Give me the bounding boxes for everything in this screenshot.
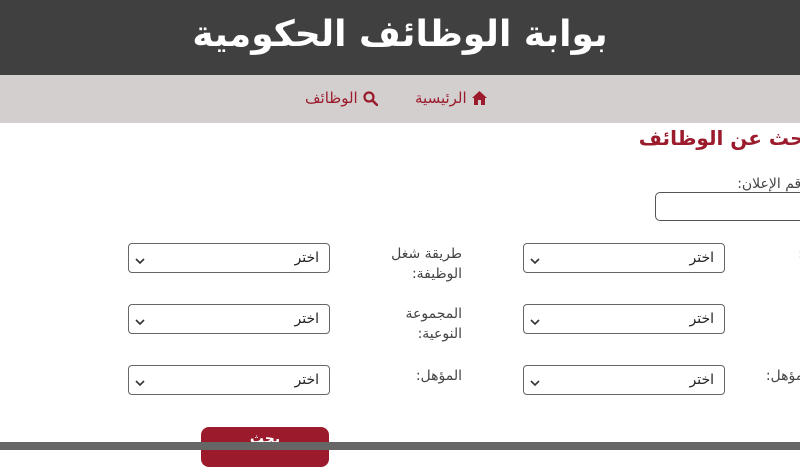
qualitative-group-label: المجموعة النوعية: bbox=[405, 306, 462, 342]
site-title: بوابة الوظائف الحكومية bbox=[192, 14, 608, 55]
qualitative-group-select-value: اختر bbox=[294, 311, 320, 327]
right-row2-select[interactable]: اختر bbox=[523, 304, 725, 334]
chevron-down-icon bbox=[530, 314, 540, 330]
nav-home-link[interactable]: الرئيسية bbox=[415, 89, 487, 107]
chevron-down-icon bbox=[135, 375, 145, 391]
page-title: بحث عن الوظائف bbox=[638, 126, 800, 150]
nav-home-label: الرئيسية bbox=[415, 89, 467, 107]
site-header: بوابة الوظائف الحكومية bbox=[0, 0, 800, 75]
chevron-down-icon bbox=[135, 253, 145, 269]
qualitative-group-select[interactable]: اختر bbox=[128, 304, 330, 334]
announcement-number-label: رقم الإعلان: bbox=[737, 176, 800, 192]
chevron-down-icon bbox=[530, 375, 540, 391]
chevron-down-icon bbox=[530, 253, 540, 269]
home-icon bbox=[471, 91, 487, 105]
right-row3-select[interactable]: اختر bbox=[523, 365, 725, 395]
job-method-label: طريقة شغل الوظيفة: bbox=[391, 246, 462, 282]
right-row1-select[interactable]: اختر bbox=[523, 243, 725, 273]
nav-jobs-label: الوظائف bbox=[305, 89, 358, 107]
qualification-right-label: المؤهل: bbox=[765, 368, 800, 384]
right-row3-select-value: اختر bbox=[689, 372, 715, 388]
main-nav: الرئيسية الوظائف bbox=[0, 75, 800, 123]
qualification-label: المؤهل: bbox=[415, 368, 462, 384]
announcement-number-input[interactable] bbox=[655, 192, 800, 221]
job-method-select[interactable]: اختر bbox=[128, 243, 330, 273]
qualification-select-value: اختر bbox=[294, 372, 320, 388]
footer-bar bbox=[0, 442, 800, 450]
job-method-select-value: اختر bbox=[294, 250, 320, 266]
qualification-select[interactable]: اختر bbox=[128, 365, 330, 395]
nav-jobs-link[interactable]: الوظائف bbox=[305, 89, 378, 107]
right-row2-select-value: اختر bbox=[689, 311, 715, 327]
search-icon bbox=[363, 90, 378, 106]
right-row1-select-value: اختر bbox=[689, 250, 715, 266]
chevron-down-icon bbox=[135, 314, 145, 330]
